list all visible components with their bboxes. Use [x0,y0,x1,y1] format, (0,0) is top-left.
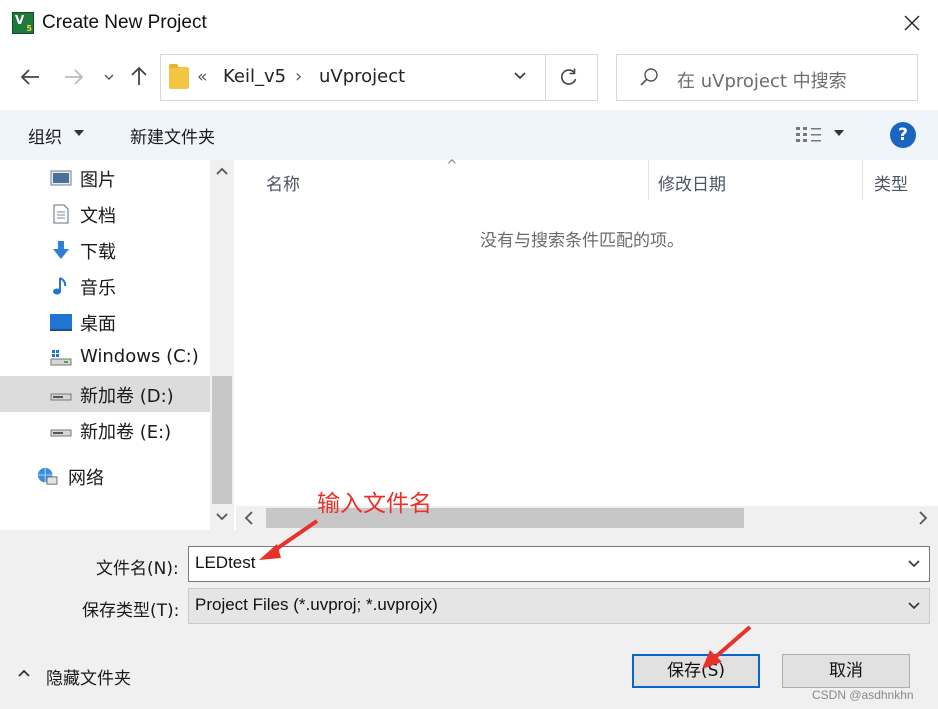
annotation-arrow-icon [702,625,752,669]
sidebar-item-label: 文档 [80,206,116,227]
filetype-value: Project Files (*.uvproj; *.uvprojx) [195,595,438,614]
hide-folders-label: 隐藏文件夹 [46,669,131,689]
window-title: Create New Project [42,12,207,33]
windows-drive-icon [50,350,72,366]
drive-icon [50,429,72,437]
breadcrumb-uvproject[interactable]: uVproject [319,66,405,87]
column-header-name[interactable]: 名称 [266,170,300,195]
forward-arrow-icon[interactable] [64,68,84,86]
filename-history-chevron-icon[interactable] [907,559,921,569]
sidebar-item-drive-e[interactable]: 新加卷 (E:) [0,412,210,448]
annotation-label: 输入文件名 [317,491,432,517]
downloads-icon [53,241,69,259]
address-history-chevron-icon[interactable] [513,69,527,83]
sidebar-item-label: 网络 [68,468,104,489]
scroll-left-icon[interactable] [244,511,254,525]
filename-label: 文件名(N): [96,559,179,579]
breadcrumb-keil-v5[interactable]: Keil_v5 [223,66,286,87]
column-header-type[interactable]: 类型 [874,170,908,195]
empty-results-message: 没有与搜索条件匹配的项。 [480,231,684,251]
cancel-button[interactable]: 取消 [782,654,910,688]
refresh-icon[interactable] [559,67,579,87]
sidebar-item-network[interactable]: 网络 [0,458,210,494]
network-icon [37,467,58,485]
navigation-pane: 图片 文档 下载 音乐 桌面 Windows (C:) 新加卷 (D:) 新加卷… [0,160,234,530]
sidebar-item-drive-d[interactable]: 新加卷 (D:) [0,376,210,412]
sidebar-item-label: 新加卷 (E:) [80,422,172,443]
sidebar-item-label: 音乐 [80,278,116,299]
organize-menu-button[interactable]: 组织 [28,123,62,148]
sidebar-item-label: 桌面 [80,314,116,335]
sidebar-item-label: Windows (C:) [80,346,199,367]
pictures-icon [50,170,72,186]
sidebar-item-downloads[interactable]: 下载 [0,232,210,268]
new-folder-button[interactable]: 新建文件夹 [130,123,215,148]
breadcrumb-separator[interactable]: › [295,66,302,87]
help-icon[interactable]: ? [890,122,916,148]
desktop-icon [50,314,72,331]
sidebar-item-pictures[interactable]: 图片 [0,160,210,196]
search-box[interactable]: 在 uVproject 中搜索 [616,54,918,101]
sort-ascending-icon: ^ [446,158,458,174]
navigation-pane-scrollbar[interactable] [210,160,234,530]
view-caret-icon[interactable] [834,130,844,137]
drive-icon [50,393,72,401]
address-divider [545,55,546,100]
scrollbar-thumb[interactable] [212,376,232,504]
filename-value: LEDtest [195,553,256,572]
sidebar-item-label: 下载 [80,242,116,263]
close-button[interactable] [888,6,936,40]
column-header-modified-date[interactable]: 修改日期 [658,170,726,195]
folder-icon [169,64,189,89]
command-toolbar: 组织 新建文件夹 ? [0,110,938,160]
address-bar[interactable]: « Keil_v5 › uVproject [160,54,598,101]
view-options-icon[interactable] [796,126,822,144]
search-input[interactable]: 在 uVproject 中搜索 [677,67,847,93]
filetype-chevron-icon[interactable] [907,601,921,611]
breadcrumb-overflow[interactable]: « [197,67,207,87]
scroll-right-icon[interactable] [918,511,928,525]
sidebar-item-documents[interactable]: 文档 [0,196,210,232]
organize-caret-icon[interactable] [74,130,84,137]
annotation-arrow-icon [259,519,319,560]
scroll-down-icon[interactable] [216,512,228,522]
column-divider[interactable] [862,160,863,200]
filetype-select[interactable]: Project Files (*.uvproj; *.uvprojx) [188,588,930,624]
sidebar-item-label: 新加卷 (D:) [80,386,174,407]
scroll-up-icon[interactable] [216,166,228,176]
search-icon [640,68,658,86]
collapse-caret-icon [18,669,30,677]
sidebar-item-music[interactable]: 音乐 [0,268,210,304]
watermark-text: CSDN @asdhnkhn [812,688,914,702]
title-bar: V5 Create New Project [0,0,938,46]
documents-icon [53,204,69,224]
up-arrow-icon[interactable] [130,66,148,86]
save-form-area: 文件名(N): LEDtest 保存类型(T): Project Files (… [0,530,938,709]
recent-locations-chevron-icon[interactable] [104,74,114,81]
sidebar-item-desktop[interactable]: 桌面 [0,304,210,340]
back-arrow-icon[interactable] [20,68,40,86]
filetype-label: 保存类型(T): [82,601,180,621]
sidebar-item-windows-c[interactable]: Windows (C:) [0,340,210,376]
file-list-pane: ^ 名称 修改日期 类型 没有与搜索条件匹配的项。 [236,158,938,506]
column-divider[interactable] [648,160,649,200]
music-icon [53,277,67,295]
keil-uvision-icon: V5 [12,12,34,34]
close-icon [904,15,920,31]
sidebar-item-label: 图片 [80,170,116,191]
